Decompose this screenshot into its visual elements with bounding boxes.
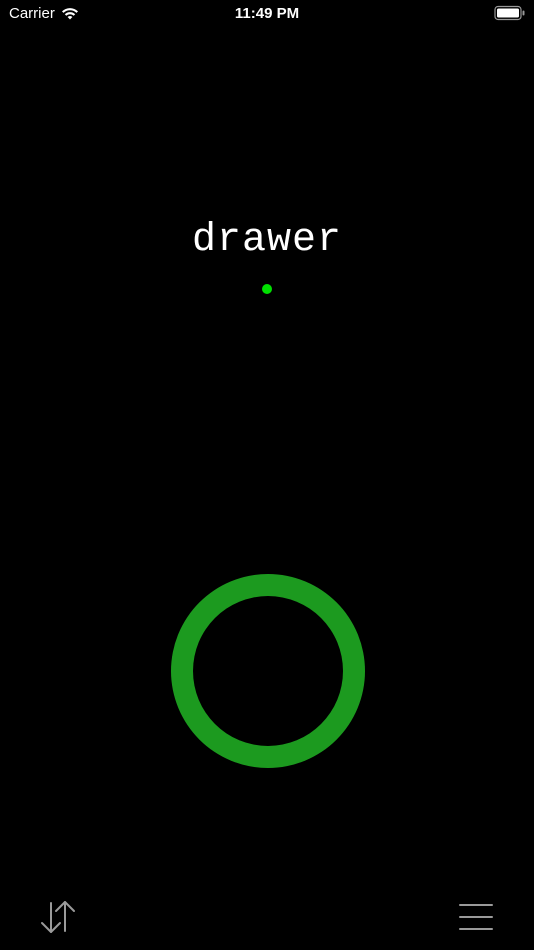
sort-arrows-icon[interactable] bbox=[38, 898, 78, 936]
status-bar: Carrier 11:49 PM bbox=[0, 0, 534, 28]
page-title: drawer bbox=[191, 218, 343, 263]
menu-icon[interactable] bbox=[458, 900, 494, 934]
battery-icon bbox=[494, 5, 525, 21]
status-indicator-dot bbox=[262, 284, 272, 294]
status-time: 11:49 PM bbox=[234, 5, 300, 22]
action-ring-button[interactable] bbox=[171, 574, 365, 768]
ring-center bbox=[193, 596, 343, 746]
